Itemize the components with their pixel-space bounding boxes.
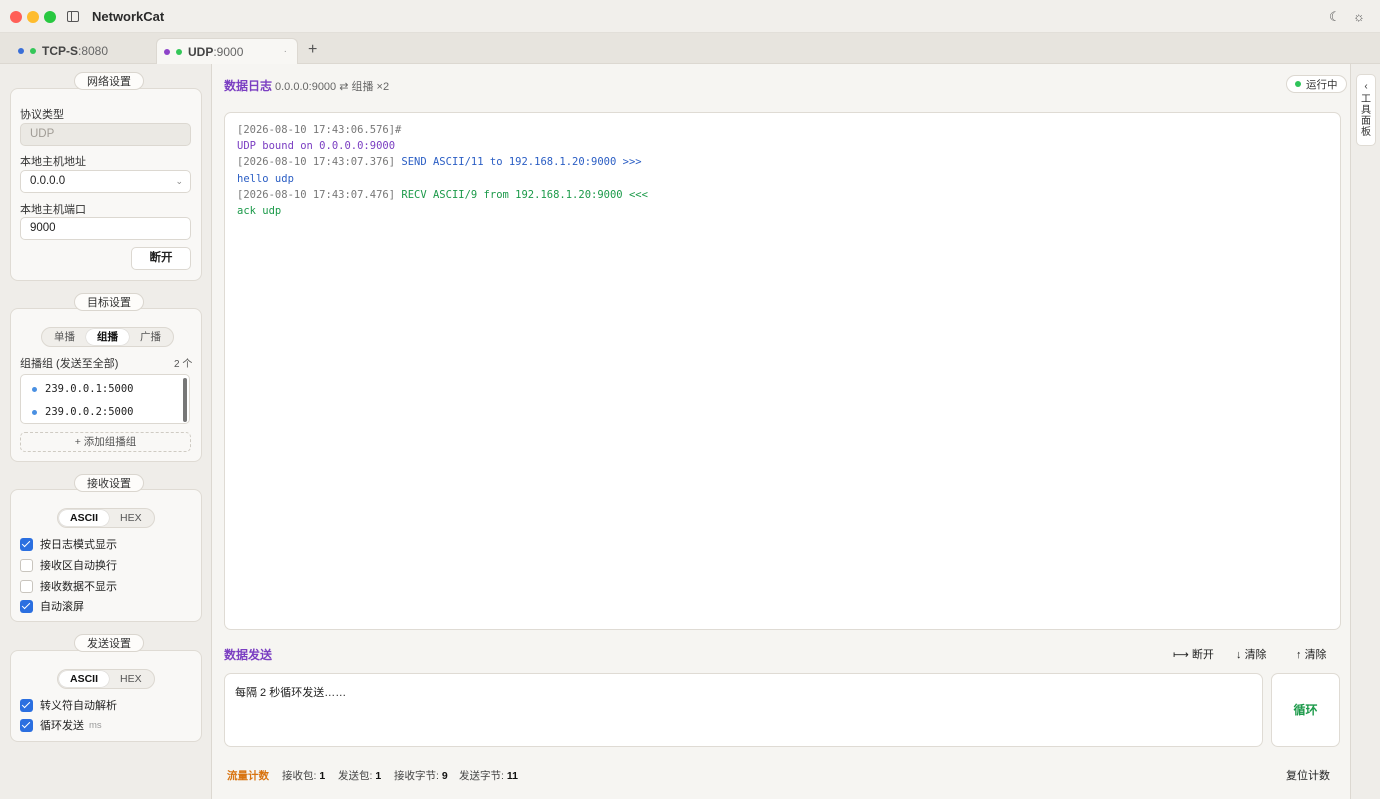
status-dot-icon [30, 48, 36, 54]
minimize-window-button[interactable] [27, 11, 39, 23]
bullet-icon [32, 409, 37, 415]
auto-scroll-checkbox[interactable]: 自动滚屏 [20, 598, 84, 614]
mode-broadcast[interactable]: 广播 [129, 329, 172, 345]
loop-send-button[interactable]: 循环 [1271, 673, 1340, 747]
checkbox-checked-icon [20, 698, 33, 712]
arrow-up-icon: ↑ [1296, 649, 1302, 661]
bullet-icon [32, 386, 37, 392]
tab-port: :9000 [213, 44, 244, 59]
send-settings-title: 发送设置 [74, 634, 144, 652]
checkbox-checked-icon [20, 599, 33, 613]
log-line: [2026-08-10 17:43:07.376] SEND ASCII/11 … [237, 156, 642, 168]
log-line: ack udp [237, 205, 282, 217]
reset-counters-button[interactable]: 复位计数 [1286, 767, 1330, 783]
data-log-title: 数据日志 [224, 79, 273, 93]
receive-format-segmented: ASCII HEX [57, 508, 155, 528]
received-bytes-stat: 接收字节: 9 [394, 770, 448, 782]
receive-ascii-option[interactable]: ASCII [59, 510, 110, 526]
receive-settings-title: 接收设置 [74, 474, 144, 492]
data-send-title: 数据发送 [224, 648, 273, 662]
hide-received-checkbox[interactable]: 接收数据不显示 [20, 578, 117, 594]
protocol-dot-icon [164, 48, 170, 55]
sent-bytes-stat: 发送字节: 11 [459, 770, 518, 782]
auto-wrap-checkbox[interactable]: 接收区自动换行 [20, 557, 117, 573]
add-tab-button[interactable]: + [308, 41, 317, 59]
log-line: UDP bound on 0.0.0.0:9000 [237, 140, 396, 152]
checkbox-checked-icon [20, 537, 33, 551]
log-mode-checkbox[interactable]: 按日志模式显示 [20, 536, 117, 552]
app-title: NetworkCat [92, 9, 165, 24]
loop-send-checkbox[interactable]: 循环发送 ms [20, 717, 102, 733]
log-line: hello udp [237, 173, 294, 185]
tab-port: :8080 [78, 44, 109, 58]
port-label: 本地主机端口 [20, 204, 86, 216]
sent-packets-stat: 发送包: 1 [338, 770, 382, 782]
sun-icon[interactable]: ☼ [1353, 9, 1365, 24]
chevron-left-icon: ‹ [1364, 81, 1368, 92]
list-item[interactable]: 239.0.0.1:5000 [32, 383, 134, 395]
scrollbar[interactable] [183, 378, 187, 422]
tool-panel-toggle[interactable]: ‹ 工具面板 [1356, 74, 1376, 146]
checkbox-checked-icon [20, 718, 33, 732]
host-label: 本地主机地址 [20, 156, 86, 168]
clear-sent-button[interactable]: ↑ 清除 [1296, 646, 1327, 662]
arrow-down-icon: ↓ [1236, 649, 1242, 661]
sidebar-toggle-icon[interactable] [67, 11, 79, 22]
mode-unicast[interactable]: 单播 [43, 329, 86, 345]
cast-mode-segmented: 单播 组播 广播 [41, 327, 174, 347]
loop-interval-unit: ms [89, 719, 102, 731]
moon-icon[interactable]: ☾ [1329, 9, 1341, 25]
add-multicast-group-button[interactable]: + 添加组播组 [20, 432, 191, 452]
log-line: [2026-08-10 17:43:06.576]# [237, 124, 402, 136]
data-log-view[interactable]: [2026-08-10 17:43:06.576]# UDP bound on … [224, 112, 1341, 630]
network-settings-title: 网络设置 [74, 72, 144, 90]
tool-panel-strip [1350, 64, 1380, 799]
protocol-field: UDP [20, 123, 191, 146]
tool-panel-label: 工具面板 [1361, 94, 1371, 138]
list-item[interactable]: 239.0.0.2:5000 [32, 406, 134, 418]
log-line: [2026-08-10 17:43:07.476] RECV ASCII/9 f… [237, 189, 648, 201]
title-bar [0, 0, 1380, 33]
disconnect-action-button[interactable]: ⟼ 断开 [1173, 646, 1214, 662]
zoom-window-button[interactable] [44, 11, 56, 23]
multicast-group-label: 组播组 (发送至全部) [20, 358, 119, 370]
port-input[interactable]: 9000 [20, 217, 191, 240]
host-select[interactable]: 0.0.0.0 ⌄ [20, 170, 191, 193]
disconnect-icon: ⟼ [1173, 649, 1189, 661]
running-dot-icon [1295, 81, 1301, 87]
close-window-button[interactable] [10, 11, 22, 23]
target-settings-title: 目标设置 [74, 293, 144, 311]
group-count: 2 个 [174, 359, 193, 370]
tab-tcp-server[interactable]: TCP-S :8080 [10, 38, 150, 64]
chevron-down-icon: ⌄ [175, 176, 183, 186]
send-ascii-option[interactable]: ASCII [59, 671, 110, 687]
send-format-segmented: ASCII HEX [57, 669, 155, 689]
multicast-group-list[interactable]: 239.0.0.1:5000 239.0.0.2:5000 [20, 374, 190, 424]
traffic-stats-title: 流量计数 [227, 770, 269, 782]
tab-close-icon[interactable]: · [284, 46, 287, 57]
received-packets-stat: 接收包: 1 [282, 770, 326, 782]
host-value: 0.0.0.0 [30, 175, 66, 187]
receive-hex-option[interactable]: HEX [109, 510, 153, 526]
status-badge: 运行中 [1286, 75, 1347, 93]
escape-parse-checkbox[interactable]: 转义符自动解析 [20, 697, 117, 713]
protocol-dot-icon [18, 48, 24, 54]
checkbox-unchecked-icon [20, 579, 33, 593]
clear-received-button[interactable]: ↓ 清除 [1236, 646, 1267, 662]
protocol-label: 协议类型 [20, 109, 64, 121]
disconnect-button[interactable]: 断开 [131, 247, 191, 270]
tab-label: TCP-S [42, 44, 78, 58]
checkbox-unchecked-icon [20, 558, 33, 572]
mode-multicast[interactable]: 组播 [86, 329, 129, 345]
tab-udp[interactable]: UDP :9000 · [156, 38, 298, 64]
send-hex-option[interactable]: HEX [109, 671, 153, 687]
send-text-area[interactable]: 每隔 2 秒循环发送…… [224, 673, 1263, 747]
tab-label: UDP [188, 44, 214, 59]
status-dot-icon [176, 48, 182, 55]
connection-info: 0.0.0.0:9000 ⇄ 组播 ×2 [275, 81, 390, 93]
